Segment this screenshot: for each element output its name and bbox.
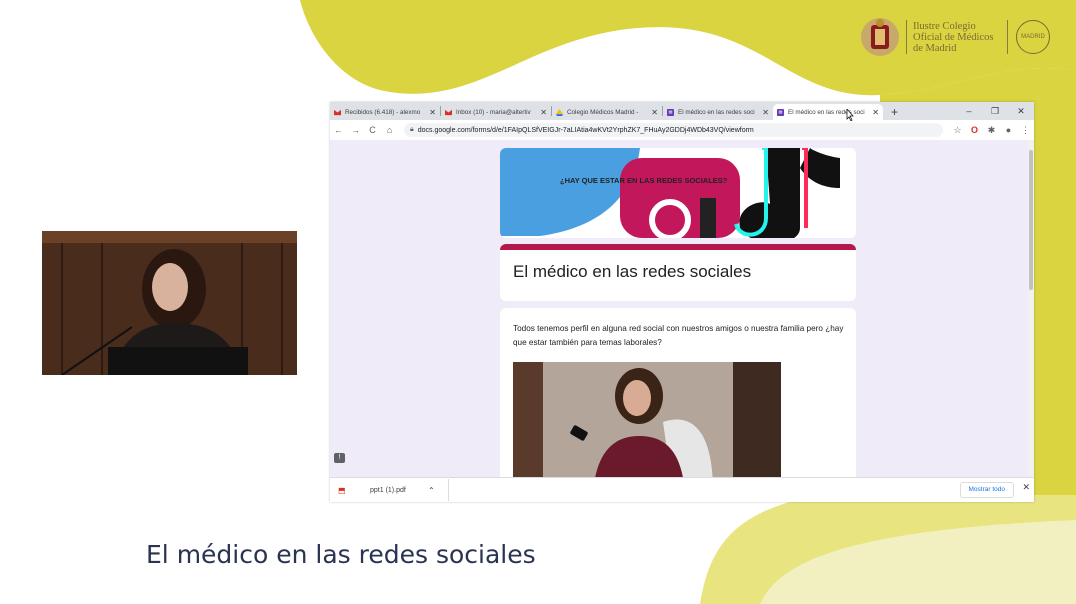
tab-gmail-recibidos[interactable]: Recibidos (6.418) - alexmo ✕ [330,104,440,120]
tab-strip: Recibidos (6.418) - alexmo ✕ Inbox (10) … [330,102,1034,120]
close-icon[interactable]: ✕ [651,108,658,117]
drive-icon [556,108,563,116]
slide-subtitle: El médico en las redes sociales [146,540,536,569]
madrid-seal: MADRID [1016,20,1050,54]
banner-text: ¿HAY QUE ESTAR EN LAS REDES SOCIALES? [560,176,728,185]
close-downloads-icon[interactable]: ✕ [1022,482,1030,493]
form-photo [513,362,781,478]
browser-toolbar: ← → C ⌂ 🔒︎ docs.google.com/forms/d/e/1FA… [330,120,1034,141]
restore-icon[interactable]: ❐ [982,102,1008,120]
address-bar[interactable]: 🔒︎ docs.google.com/forms/d/e/1FAIpQLSfVE… [404,123,943,137]
new-tab-button[interactable]: + [883,104,906,120]
form-banner: ¿HAY QUE ESTAR EN LAS REDES SOCIALES? [500,148,856,238]
social-logos-banner [500,148,856,238]
home-icon[interactable]: ⌂ [381,125,398,135]
back-icon[interactable]: ← [330,125,347,135]
tab-title: Recibidos (6.418) - alexmo [345,108,421,116]
window-controls: – ❐ ✕ [956,102,1034,120]
opera-extension-icon[interactable]: O [966,125,983,135]
bookmark-star-icon[interactable]: ☆ [949,125,966,136]
gmail-icon [445,109,452,115]
mouse-cursor-icon [846,109,854,121]
reload-icon[interactable]: C [364,125,381,135]
org-name-line2: Oficial de Médicos [913,31,994,43]
org-divider [906,20,907,54]
org-name-line1: Ilustre Colegio [913,20,976,32]
forms-icon [667,108,674,116]
scrollbar-thumb[interactable] [1029,150,1033,290]
tab-title: Inbox (10) - maria@altertiv [456,108,531,116]
extensions-icon[interactable]: ✱ [983,125,1000,136]
form-description-card: Todos tenemos perfil en alguna red socia… [500,308,856,478]
speaker-webcam [42,231,297,375]
form-page: ¿HAY QUE ESTAR EN LAS REDES SOCIALES? El… [330,140,1034,478]
tab-title: Colegio Médicos Madrid - [567,108,639,116]
org-name-line3: de Madrid [913,42,957,54]
browser-window: Recibidos (6.418) - alexmo ✕ Inbox (10) … [330,102,1034,502]
close-icon[interactable]: ✕ [540,108,547,117]
form-title: El médico en las redes sociales [513,262,752,281]
download-filename[interactable]: ppt1 (1).pdf [370,487,428,494]
gmail-icon [334,109,341,115]
form-description: Todos tenemos perfil en alguna red socia… [513,324,844,347]
form-title-card: El médico en las redes sociales [500,244,856,301]
url-text: docs.google.com/forms/d/e/1FAIpQLSfVEIGJ… [417,126,754,134]
profile-avatar[interactable]: ● [1000,125,1017,135]
show-all-button[interactable]: Mostrar todo [959,482,1014,498]
woman-with-phone-image [513,362,781,478]
close-icon[interactable]: ✕ [429,108,436,117]
tab-drive[interactable]: Colegio Médicos Madrid - ✕ [552,104,662,120]
tab-title: El médico en las redes soci [678,108,755,116]
pdf-icon: ⬒ [338,485,346,495]
forms-icon [777,108,784,116]
close-window-icon[interactable]: ✕ [1008,102,1034,120]
tab-form-1[interactable]: El médico en las redes soci ✕ [663,104,773,120]
tab-title: El médico en las redes soci [788,108,865,116]
org-divider-2 [1007,20,1008,54]
speaker-video [42,231,297,375]
chevron-up-icon[interactable]: ⌃ [428,486,448,495]
tab-form-active[interactable]: El médico en las redes soci ✕ [773,104,883,120]
toolbar-actions: ☆ O ✱ ● ⋮ [949,125,1034,136]
org-branding: Ilustre Colegio Oficial de Médicos de Ma… [858,14,1050,60]
close-icon[interactable]: ✕ [762,108,769,117]
seal-label: MADRID [1021,34,1045,40]
lock-icon: 🔒︎ [410,126,414,133]
minimize-icon[interactable]: – [956,102,982,120]
tab-gmail-inbox[interactable]: Inbox (10) - maria@altertiv ✕ [441,104,551,120]
download-separator [448,479,449,501]
menu-icon[interactable]: ⋮ [1017,125,1034,136]
forward-icon[interactable]: → [347,125,364,135]
downloads-bar: ⬒ ppt1 (1).pdf ⌃ Mostrar todo ✕ [330,477,1034,502]
feedback-icon[interactable]: ! [334,453,345,463]
college-crest-icon [861,18,899,56]
close-icon[interactable]: ✕ [872,108,879,117]
org-name: Ilustre Colegio Oficial de Médicos de Ma… [913,21,1005,54]
